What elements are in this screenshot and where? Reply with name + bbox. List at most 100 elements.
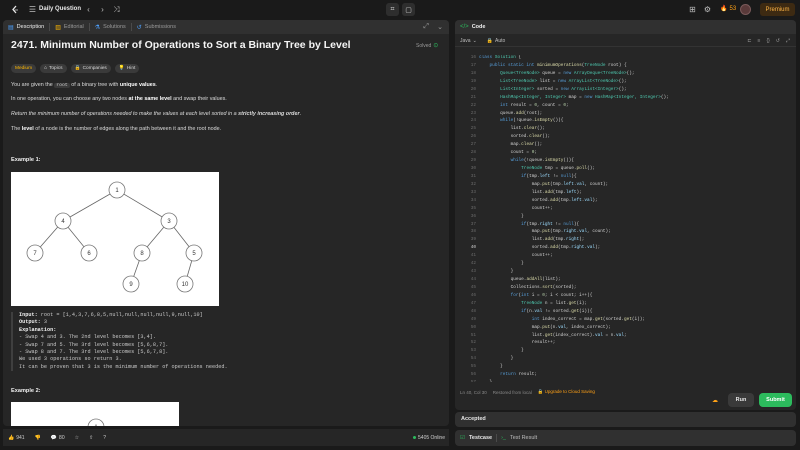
code-line[interactable]: sorted.add(tmp.left.val); — [479, 198, 598, 203]
paragraph-2: In one operation, you can choose any two… — [11, 96, 227, 102]
chevron-down-icon: ⌄ — [472, 37, 477, 44]
code-line[interactable]: } — [479, 261, 524, 266]
dislike-button[interactable]: 👎 — [30, 435, 46, 441]
fullscreen-icon[interactable]: ⤢ — [786, 38, 790, 44]
tab-submissions[interactable]: ↺ Submissions — [132, 20, 181, 34]
autosave-toggle[interactable]: 🔒 Auto — [482, 38, 511, 44]
run-button[interactable]: Run — [728, 393, 754, 407]
code-line[interactable]: if(tmp.right != null){ — [479, 222, 579, 227]
code-line[interactable]: count++; — [479, 206, 553, 211]
code-line[interactable]: public static int minimumOperations(Tree… — [479, 63, 627, 68]
code-line[interactable]: while(!queue.isEmpty()){ — [479, 158, 574, 163]
code-line[interactable]: } — [479, 348, 524, 353]
code-line[interactable]: } — [479, 364, 503, 369]
streak-counter[interactable]: 🔥 53 — [720, 5, 736, 13]
share-button[interactable]: ⇧ — [84, 435, 98, 441]
language-select[interactable]: Java ⌄ — [455, 38, 482, 44]
tab-testcase[interactable]: Testcase — [469, 435, 492, 441]
code-line[interactable]: sorted.clear(); — [479, 134, 551, 139]
code-line[interactable]: list.add(tmp.right); — [479, 237, 585, 242]
editor-actions: ⊏ ≡ {} ↺ ⤢ — [747, 38, 790, 44]
code-line[interactable]: queue.add(root); — [479, 111, 542, 116]
submit-button[interactable]: Submit — [759, 393, 792, 407]
code-line[interactable]: int index_correct = map.get(sorted.get(i… — [479, 317, 645, 322]
settings-icon[interactable]: ⚙ — [702, 4, 713, 15]
code-line[interactable]: map.clear(); — [479, 142, 543, 147]
tab-solutions[interactable]: ⚗ Solutions — [90, 20, 131, 34]
line-number: 40 — [470, 245, 476, 251]
bookmark-icon[interactable]: ⊏ — [747, 38, 751, 44]
shuffle-icon[interactable]: ⤨ — [111, 4, 122, 15]
accepted-label: Accepted — [461, 416, 486, 422]
code-line[interactable]: return result; — [479, 372, 537, 377]
favorite-button[interactable]: ☆ — [70, 435, 84, 441]
braces-icon[interactable]: {} — [766, 38, 769, 44]
code-line[interactable]: while(!queue.isEmpty()){ — [479, 118, 563, 123]
code-line[interactable]: List<TreeNode> list = new ArrayList<Tree… — [479, 79, 627, 84]
code-line[interactable]: map.put(tmp.left.val, count); — [479, 182, 608, 187]
code-line[interactable]: class Solution { — [479, 55, 521, 60]
code-line[interactable]: queue.addAll(list); — [479, 277, 561, 282]
daily-question-title[interactable]: Daily Question — [39, 6, 81, 12]
line-number: 17 — [470, 62, 476, 68]
code-line[interactable]: list.get(index_correct).val = n.val; — [479, 333, 627, 338]
comment-icon: 💬 — [50, 434, 58, 441]
code-line[interactable]: TreeNode tmp = queue.poll(); — [479, 166, 595, 171]
code-editor[interactable]: 16 class Solution {17 public static int m… — [455, 55, 796, 382]
code-line[interactable]: count++; — [479, 253, 553, 258]
code-toolbar: Java ⌄ 🔒 Auto ⊏ ≡ {} ↺ ⤢ — [455, 35, 796, 47]
code-line[interactable]: } — [479, 356, 514, 361]
tab-description[interactable]: ▤ Description — [3, 20, 49, 34]
code-line[interactable]: Collections.sort(sorted); — [479, 285, 577, 290]
line-number: 26 — [470, 134, 476, 140]
code-line[interactable]: } — [479, 214, 524, 219]
hint-button[interactable]: 💡 Hint — [114, 64, 140, 73]
companies-button[interactable]: 🔒 Companies — [70, 64, 111, 73]
code-tab[interactable]: </> Code — [455, 20, 490, 34]
cloud-icon[interactable]: ☁ — [712, 397, 718, 404]
comments-button[interactable]: 💬 80 — [46, 435, 70, 441]
code-line[interactable]: HashMap<Integer, Integer> map = new Hash… — [479, 95, 669, 100]
topics-button[interactable]: ⌂ Topics — [40, 64, 67, 73]
minimize-icon[interactable]: ⌄ — [437, 23, 443, 31]
code-line[interactable]: TreeNode n = list.get(i); — [479, 301, 587, 306]
problem-list-icon[interactable]: ☰ — [27, 4, 38, 15]
next-problem-icon[interactable]: › — [97, 4, 108, 15]
code-line[interactable]: map.put(tmp.right.val, count); — [479, 229, 611, 234]
code-line[interactable]: if(n.val != sorted.get(i)){ — [479, 309, 592, 314]
like-button[interactable]: 👍 941 — [3, 435, 30, 441]
avatar[interactable] — [740, 4, 751, 15]
code-line[interactable]: for(int i = 0; i < count; i++){ — [479, 293, 593, 298]
code-line[interactable]: result++; — [479, 340, 556, 345]
code-line[interactable]: sorted.add(tmp.right.val); — [479, 245, 601, 250]
debug-icon[interactable]: ⌗ — [386, 3, 399, 16]
history-icon: ↺ — [136, 24, 142, 31]
format-icon[interactable]: ≡ — [758, 38, 761, 44]
cloud-upgrade-link[interactable]: 🔒 Upgrade to Cloud Saving — [538, 389, 595, 395]
tab-editorial[interactable]: ▥ Editorial — [50, 20, 89, 34]
expand-icon[interactable]: ⤢ — [423, 23, 429, 31]
tab-test-result[interactable]: Test Result — [510, 435, 537, 441]
code-line[interactable]: int result = 0, count = 0; — [479, 103, 569, 108]
help-button[interactable]: ? — [98, 435, 111, 441]
code-line[interactable]: List<Integer> sorted = new ArrayList<Int… — [479, 87, 627, 92]
code-line[interactable]: Queue<TreeNode> queue = new ArrayDeque<T… — [479, 71, 634, 76]
code-line[interactable]: count = 0; — [479, 150, 537, 155]
online-status: 5405 Online — [413, 435, 445, 441]
code-line[interactable]: map.put(n.val, index_correct); — [479, 325, 611, 330]
p3-bold: strictly increasing order — [238, 111, 300, 117]
layout-icon[interactable]: ⊞ — [687, 4, 698, 15]
prev-problem-icon[interactable]: ‹ — [83, 4, 94, 15]
companies-label: Companies — [82, 66, 107, 71]
reset-icon[interactable]: ↺ — [776, 38, 780, 44]
premium-button[interactable]: Premium — [760, 3, 795, 16]
hint-label: Hint — [126, 66, 136, 71]
code-line[interactable]: } — [479, 269, 514, 274]
leetcode-logo-icon[interactable] — [9, 4, 20, 15]
notes-icon[interactable]: ▢ — [402, 3, 415, 16]
code-line[interactable]: list.add(tmp.left); — [479, 190, 582, 195]
code-line[interactable]: } — [479, 380, 493, 382]
code-line[interactable]: if(tmp.left != null){ — [479, 174, 576, 179]
code-line[interactable]: list.clear(); — [479, 126, 545, 131]
accepted-panel[interactable]: Accepted — [455, 412, 796, 427]
